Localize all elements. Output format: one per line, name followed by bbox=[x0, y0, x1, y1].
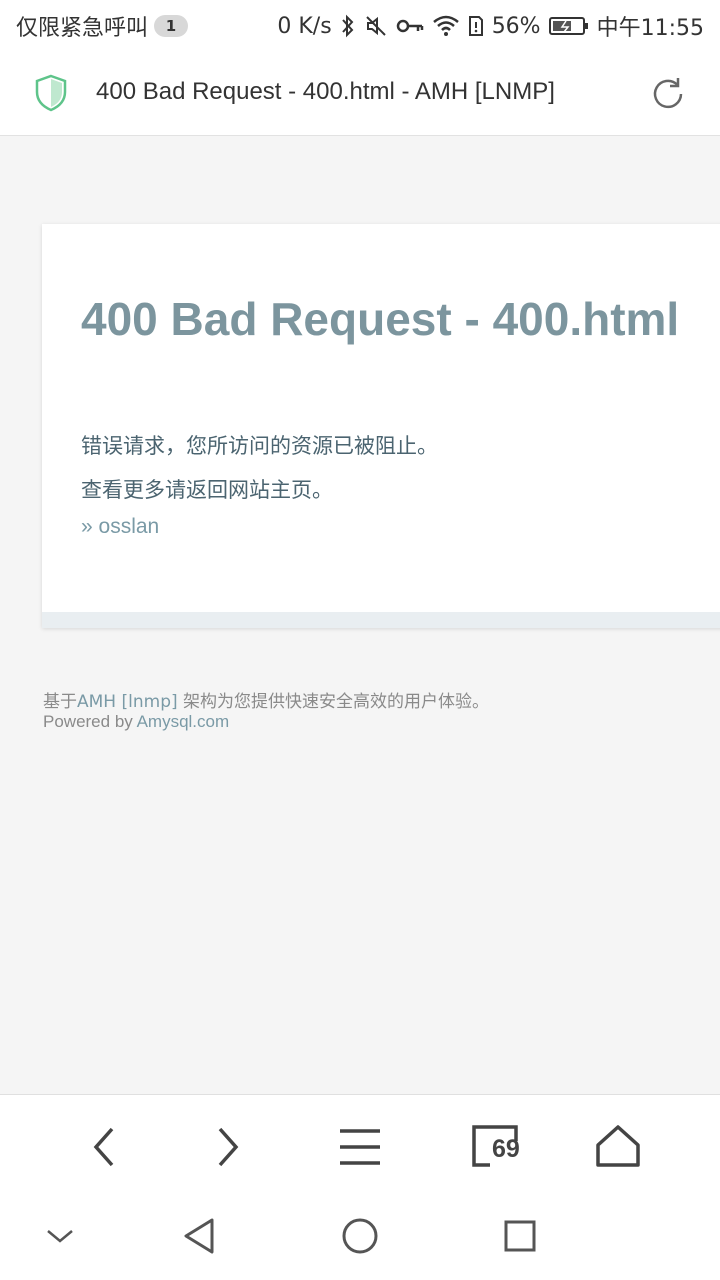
wifi-icon bbox=[432, 15, 459, 36]
back-icon[interactable] bbox=[76, 1119, 132, 1175]
lnmp-link[interactable]: [lnmp] bbox=[122, 692, 178, 712]
system-nav-bar bbox=[0, 1194, 720, 1280]
menu-icon[interactable] bbox=[332, 1119, 388, 1175]
footer-suffix: 架构为您提供快速安全高效的用户体验。 bbox=[177, 692, 490, 712]
amysql-link[interactable]: Amysql.com bbox=[137, 712, 230, 731]
reload-icon[interactable] bbox=[648, 74, 688, 114]
clock: 中午11:55 bbox=[596, 16, 704, 41]
status-right: 0 K/s 56% 中午11:55 bbox=[277, 10, 704, 42]
mute-icon bbox=[365, 16, 386, 36]
net-speed: 0 K/s bbox=[277, 13, 332, 39]
battery-icon bbox=[548, 17, 588, 35]
shield-icon[interactable] bbox=[34, 74, 68, 112]
status-left: 仅限紧急呼叫 1 bbox=[16, 10, 189, 42]
sim-alert-icon bbox=[468, 16, 483, 36]
battery-percent: 56% bbox=[491, 13, 541, 39]
card-footer-strip bbox=[42, 612, 720, 628]
tab-count[interactable]: 69 bbox=[492, 1135, 520, 1164]
browser-toolbar: 69 bbox=[0, 1094, 720, 1195]
error-message-2: 查看更多请返回网站主页。 bbox=[81, 478, 333, 502]
bluetooth-icon bbox=[341, 14, 354, 38]
home-icon[interactable] bbox=[590, 1119, 646, 1175]
nav-recent-icon[interactable] bbox=[498, 1214, 542, 1258]
footer-prefix: 基于 bbox=[43, 692, 77, 712]
carrier-text: 仅限紧急呼叫 bbox=[16, 16, 149, 41]
footer-line-2: Powered by Amysql.com bbox=[43, 712, 229, 732]
forward-icon[interactable] bbox=[200, 1119, 256, 1175]
collapse-icon[interactable] bbox=[38, 1214, 82, 1258]
address-bar[interactable]: 400 Bad Request - 400.html - AMH [LNMP] bbox=[0, 50, 720, 136]
osslan-link[interactable]: » osslan bbox=[81, 515, 159, 539]
key-icon bbox=[396, 19, 423, 33]
amh-link[interactable]: AMH bbox=[77, 692, 116, 712]
address-bar-title[interactable]: 400 Bad Request - 400.html - AMH [LNMP] bbox=[96, 78, 555, 106]
powered-by-text: Powered by bbox=[43, 712, 137, 731]
notification-badge: 1 bbox=[154, 15, 189, 37]
footer-line-1: 基于AMH [lnmp] 架构为您提供快速安全高效的用户体验。 bbox=[43, 687, 489, 712]
error-heading: 400 Bad Request - 400.html bbox=[81, 293, 680, 345]
error-card: 400 Bad Request - 400.html 错误请求，您所访问的资源已… bbox=[42, 224, 720, 628]
error-message-1: 错误请求，您所访问的资源已被阻止。 bbox=[81, 434, 438, 458]
status-bar: 仅限紧急呼叫 1 0 K/s 56% 中午11:55 bbox=[0, 0, 720, 50]
nav-back-icon[interactable] bbox=[178, 1214, 222, 1258]
page-content: 400 Bad Request - 400.html 错误请求，您所访问的资源已… bbox=[0, 136, 720, 1094]
nav-home-icon[interactable] bbox=[338, 1214, 382, 1258]
